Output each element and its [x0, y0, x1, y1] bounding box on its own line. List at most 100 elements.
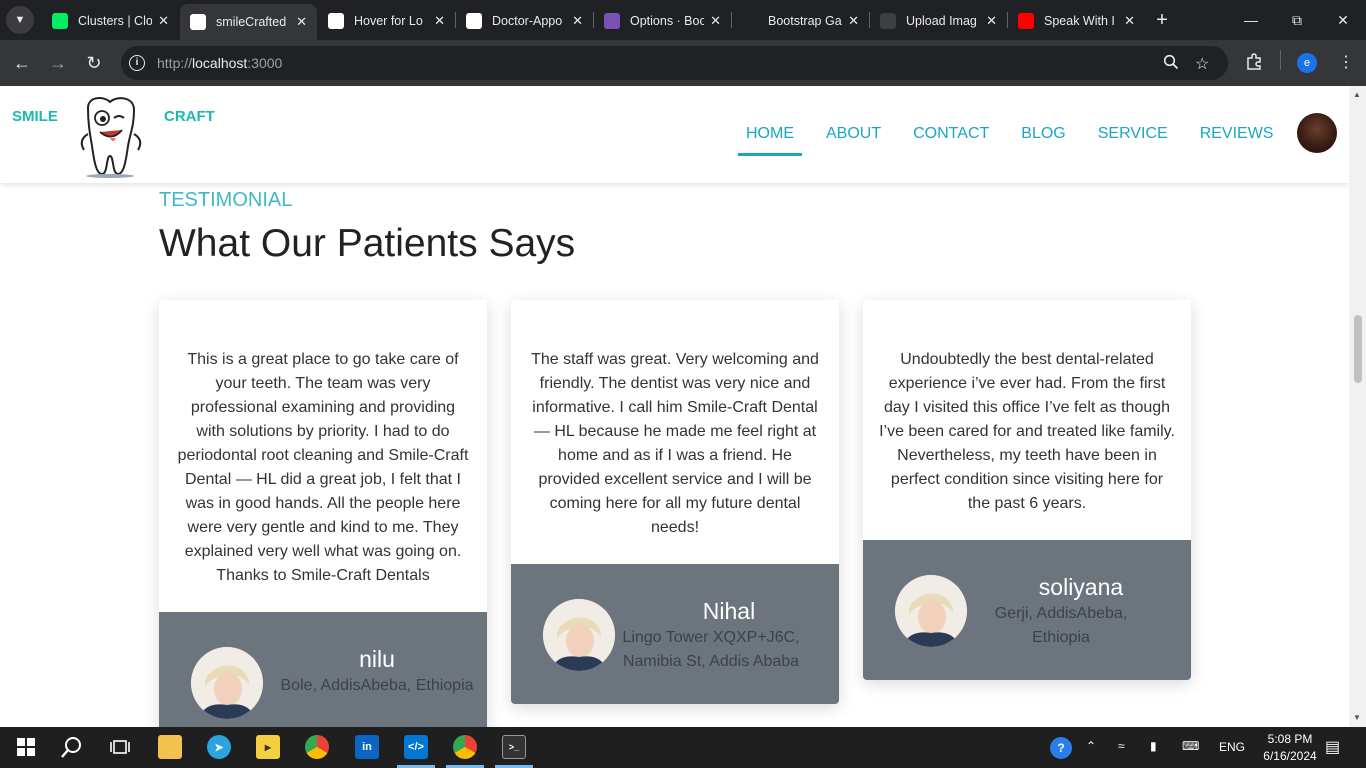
tab-search-button[interactable]: ▼ [6, 6, 34, 34]
reviewer-photo [895, 575, 967, 647]
github-icon [190, 14, 206, 30]
testimonial-card: The staff was great. Very welcoming and … [511, 300, 839, 704]
browser-tab[interactable]: Options · Boo ✕ [594, 5, 731, 36]
reviewer-name: nilu [359, 646, 395, 672]
openai-icon [328, 12, 344, 29]
reviewer-location: Lingo Tower XQXP+J6C, Namibia St, Addis … [622, 629, 800, 670]
scroll-up-icon[interactable]: ▲ [1353, 90, 1361, 99]
close-tab-icon[interactable]: ✕ [158, 13, 169, 29]
web-page: SMILE CRAFT HOME ABOUT CONTACT BLOG SERV… [0, 86, 1349, 727]
browser-tab[interactable]: Bootstrap Ga ✕ [732, 5, 869, 36]
reviewer-location: Gerji, AddisAbeba, Ethiopia [994, 605, 1128, 646]
site-header: SMILE CRAFT HOME ABOUT CONTACT BLOG SERV… [0, 86, 1349, 183]
testimonial-footer: nilu Bole, AddisAbeba, Ethiopia [159, 612, 487, 727]
chrome-profile-icon[interactable] [453, 735, 477, 759]
battery-icon[interactable]: ▮ [1150, 739, 1157, 753]
tab-title: smileCrafted [216, 15, 287, 29]
main-nav: HOME ABOUT CONTACT BLOG SERVICE REVIEWS [738, 124, 1297, 156]
tab-title: Options · Boo [630, 13, 705, 28]
nav-blog[interactable]: BLOG [1013, 124, 1073, 156]
terminal-icon[interactable]: >_ [502, 735, 526, 759]
user-avatar[interactable] [1297, 113, 1337, 153]
language-indicator[interactable]: ENG [1219, 740, 1245, 754]
profile-avatar[interactable]: e [1297, 53, 1317, 73]
scrollbar-thumb[interactable] [1354, 315, 1362, 383]
close-tab-icon[interactable]: ✕ [434, 13, 445, 29]
tab-title: Clusters | Clo [78, 13, 153, 28]
forward-button[interactable]: → [46, 51, 70, 75]
close-tab-icon[interactable]: ✕ [572, 13, 583, 29]
telegram-icon[interactable]: ➤ [207, 735, 231, 759]
keyboard-icon[interactable]: ⌨ [1182, 739, 1199, 753]
mongodb-leaf-icon [52, 12, 68, 29]
browser-toolbar: ← → ↻ i http://localhost:3000 ☆ e ⋮ [0, 40, 1366, 86]
youtube-icon [1018, 12, 1034, 29]
tab-title: Speak With I [1044, 13, 1115, 28]
section-title: What Our Patients Says [159, 222, 576, 265]
windows-start-icon[interactable] [14, 735, 38, 759]
tab-title: Hover for Lo [354, 13, 423, 28]
nav-service[interactable]: SERVICE [1090, 124, 1176, 156]
chevron-up-icon[interactable]: ⌃ [1086, 739, 1096, 753]
zoom-icon[interactable] [1163, 54, 1179, 75]
windows-taskbar: ➤ ▶ in </> >_ ? ⌃ ≈ ▮ ⌨ ENG 5:08 PM 6/16… [0, 727, 1366, 768]
github-icon [466, 12, 482, 29]
minimize-button[interactable]: — [1228, 8, 1274, 32]
reviewer-photo [543, 599, 615, 671]
testimonial-text: The staff was great. Very welcoming and … [531, 351, 819, 536]
media-player-icon[interactable]: ▶ [256, 735, 280, 759]
close-window-button[interactable]: ✕ [1320, 8, 1366, 32]
testimonial-footer: Nihal Lingo Tower XQXP+J6C, Namibia St, … [511, 564, 839, 704]
maximize-button[interactable]: ⧉ [1274, 8, 1320, 32]
chrome-icon[interactable] [305, 735, 329, 759]
back-button[interactable]: ← [10, 51, 34, 75]
section-label: TESTIMONIAL [159, 189, 293, 211]
tab-title: Bootstrap Ga [768, 13, 842, 28]
notifications-icon[interactable]: ▤ [1325, 737, 1340, 757]
nav-home[interactable]: HOME [738, 124, 802, 156]
browser-tab[interactable]: Upload Imag ✕ [870, 5, 1007, 36]
close-tab-icon[interactable]: ✕ [1124, 13, 1135, 29]
scroll-down-icon[interactable]: ▼ [1353, 713, 1361, 722]
site-info-icon[interactable]: i [129, 55, 145, 71]
tooth-mascot-logo[interactable] [74, 94, 146, 178]
browser-menu-icon[interactable]: ⋮ [1338, 52, 1354, 72]
reload-button[interactable]: ↻ [82, 51, 106, 75]
browser-tab[interactable]: Doctor-Appo ✕ [456, 5, 593, 36]
bookmark-star-icon[interactable]: ☆ [1195, 54, 1209, 74]
c-icon [880, 12, 896, 29]
close-tab-icon[interactable]: ✕ [986, 13, 997, 29]
browser-tab[interactable]: Hover for Lo ✕ [318, 5, 455, 36]
close-tab-icon[interactable]: ✕ [710, 13, 721, 29]
testimonial-card: This is a great place to go take care of… [159, 300, 487, 727]
testimonial-text: This is a great place to go take care of… [177, 351, 469, 584]
nav-contact[interactable]: CONTACT [905, 124, 997, 156]
url-text: http://localhost:3000 [157, 55, 283, 71]
reviewer-location: Bole, AddisAbeba, Ethiopia [280, 677, 474, 694]
task-view-icon[interactable] [108, 735, 132, 759]
new-tab-button[interactable]: + [1150, 8, 1174, 32]
linkedin-icon[interactable]: in [355, 735, 379, 759]
toolbar-divider [1280, 50, 1281, 70]
search-icon[interactable] [60, 735, 84, 759]
nav-reviews[interactable]: REVIEWS [1192, 124, 1282, 156]
page-scrollbar[interactable]: ▲ ▼ [1349, 86, 1366, 727]
browser-tab[interactable]: Speak With I ✕ [1008, 5, 1145, 36]
nav-about[interactable]: ABOUT [818, 124, 889, 156]
browser-tab-strip: ▼ Clusters | Clo ✕ smileCrafted ✕ Hover for … [0, 0, 1366, 40]
brand-smile[interactable]: SMILE [12, 108, 58, 125]
brand-craft[interactable]: CRAFT [164, 108, 215, 125]
browser-tab[interactable]: Clusters | Clo ✕ [42, 5, 179, 36]
address-bar[interactable]: i http://localhost:3000 ☆ [121, 46, 1228, 80]
browser-tab[interactable]: smileCrafted ✕ [180, 4, 317, 40]
reviewer-photo [191, 647, 263, 719]
bg-icon [742, 12, 758, 29]
wifi-icon[interactable]: ≈ [1118, 739, 1125, 753]
vscode-icon[interactable]: </> [404, 735, 428, 759]
file-explorer-icon[interactable] [158, 735, 182, 759]
extensions-icon[interactable] [1245, 52, 1263, 75]
help-icon[interactable]: ? [1050, 737, 1072, 759]
close-tab-icon[interactable]: ✕ [848, 13, 859, 29]
close-tab-icon[interactable]: ✕ [296, 14, 307, 30]
taskbar-clock[interactable]: 5:08 PM 6/16/2024 [1258, 731, 1322, 765]
